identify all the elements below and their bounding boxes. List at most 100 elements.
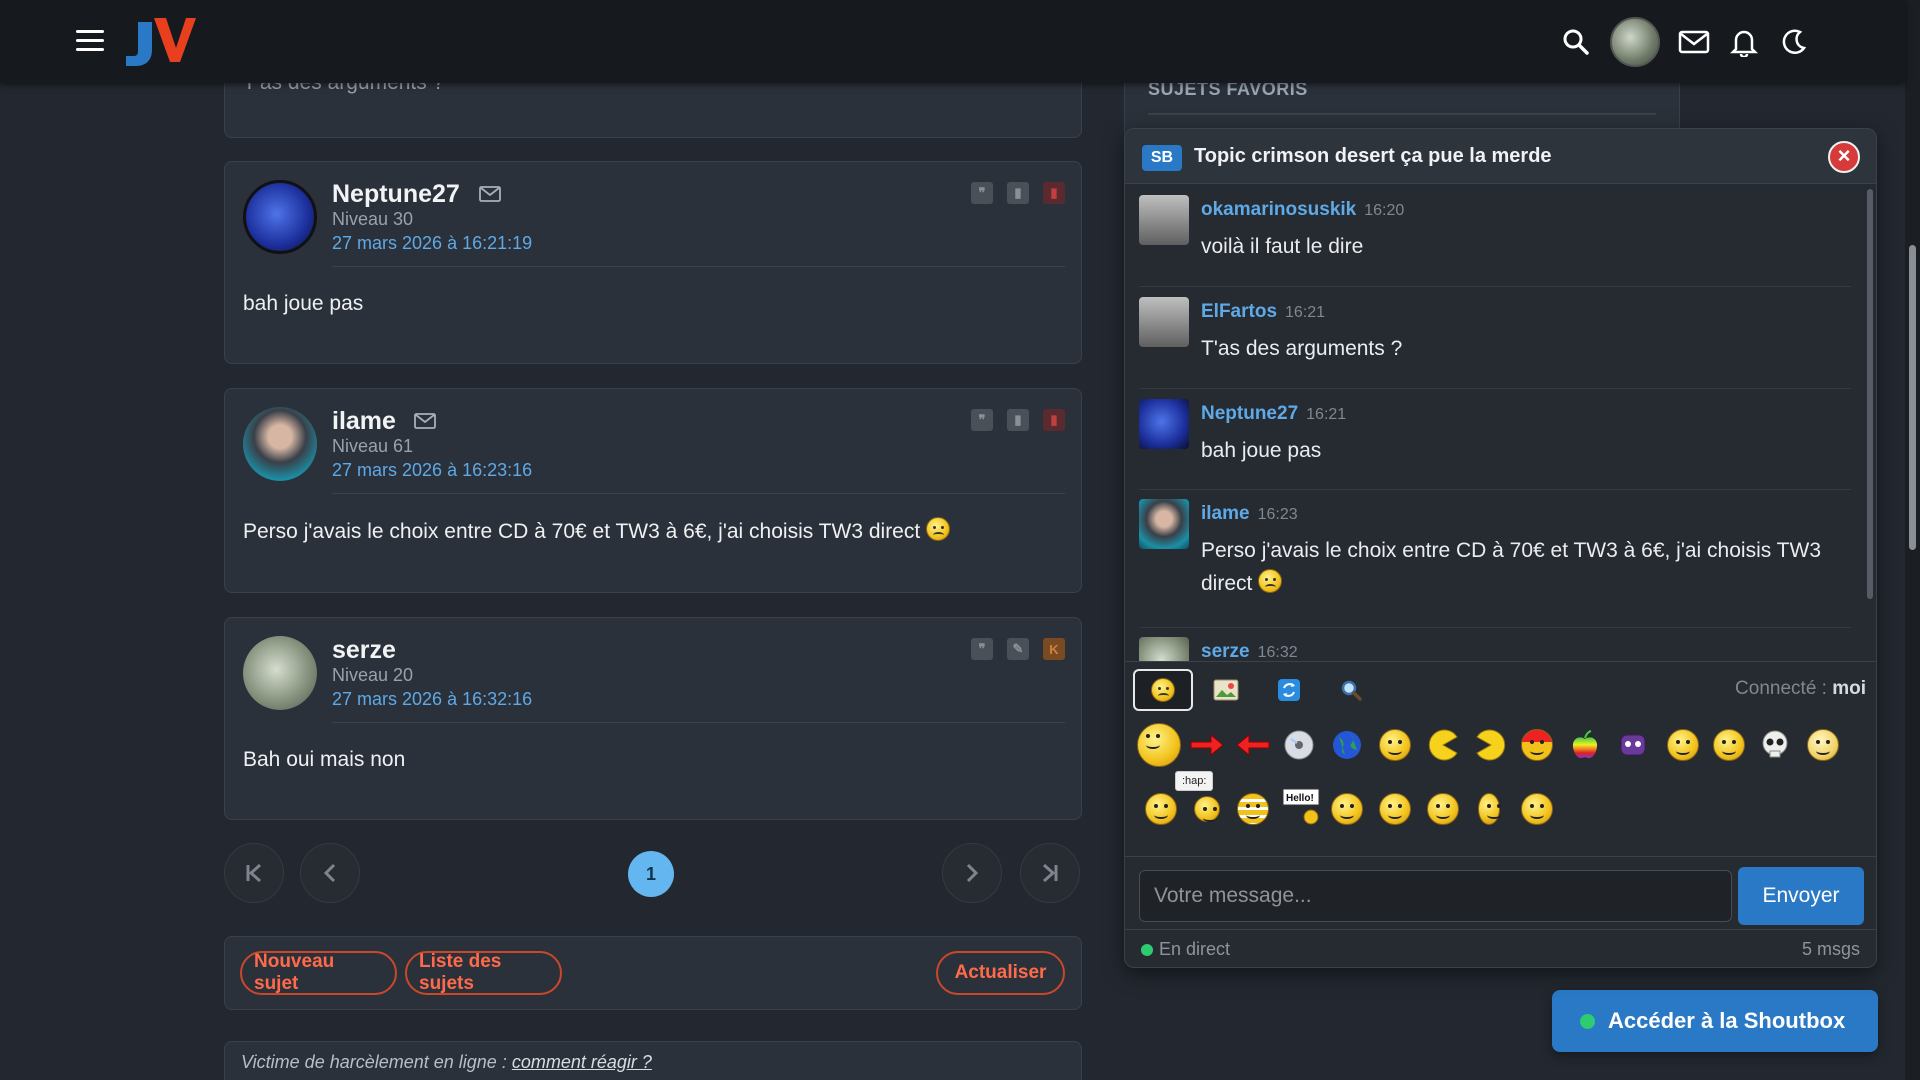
message-text: voilà il faut le dire [1201, 235, 1364, 258]
author-name[interactable]: serze [1201, 641, 1250, 661]
author-name[interactable]: ilame [1201, 503, 1250, 524]
cry-smiley-icon[interactable] [1709, 725, 1749, 765]
disc-smiley-icon[interactable] [1279, 725, 1319, 765]
post-text: Perso j'avais le choix entre CD à 70€ et… [243, 520, 921, 543]
open-shoutbox-button[interactable]: Accéder à la Shoutbox [1552, 990, 1878, 1052]
last-page-button[interactable] [1020, 843, 1080, 903]
cool-smiley-icon[interactable] [1327, 789, 1367, 829]
avatar[interactable] [1139, 637, 1189, 661]
mail-icon[interactable] [1678, 26, 1710, 58]
pacman-smiley-icon[interactable] [1423, 725, 1463, 765]
user-avatar[interactable] [1610, 17, 1660, 67]
bored-smiley-icon[interactable] [1423, 789, 1463, 829]
menu-icon[interactable] [76, 30, 104, 52]
message-author[interactable]: Neptune27 16:21 [1201, 403, 1346, 425]
image-tab-icon[interactable] [1196, 669, 1256, 711]
search-icon[interactable] [1560, 26, 1592, 58]
grin-smiley-icon[interactable] [1663, 725, 1703, 765]
smiley-tab-icon[interactable] [1133, 669, 1193, 711]
next-page-button[interactable] [942, 843, 1002, 903]
post-date[interactable]: 27 mars 2026 à 16:32:16 [332, 689, 532, 710]
send-button[interactable]: Envoyer [1738, 867, 1864, 925]
messages-scrollbar[interactable] [1867, 189, 1873, 599]
author-name[interactable]: Neptune27 [1201, 403, 1298, 424]
skull-smiley-icon[interactable] [1755, 725, 1795, 765]
post-content: Bah oui mais non [243, 748, 406, 771]
jv-logo[interactable] [124, 14, 196, 68]
hello-smiley-icon[interactable]: Hello! [1279, 785, 1323, 829]
current-page[interactable]: 1 [628, 851, 674, 897]
mp-icon[interactable]: ▮ [1007, 182, 1029, 204]
list-item: okamarinosuskik 16:20 voilà il faut le di… [1139, 185, 1851, 287]
post-date[interactable]: 27 mars 2026 à 16:21:19 [332, 233, 532, 254]
message-author[interactable]: ilame 16:23 [1201, 503, 1298, 525]
refresh-tab-icon[interactable] [1259, 669, 1319, 711]
post-author[interactable]: Neptune27 [332, 180, 460, 209]
mummy-smiley-icon[interactable] [1233, 789, 1273, 829]
mail-icon[interactable] [414, 413, 436, 429]
scrollbar-thumb[interactable] [1909, 245, 1916, 550]
post-date[interactable]: 27 mars 2026 à 16:23:16 [332, 460, 532, 481]
kick-icon[interactable]: K [1043, 638, 1065, 660]
harassment-link[interactable]: comment réagir ? [512, 1052, 652, 1072]
wink-smiley-icon[interactable] [1375, 725, 1415, 765]
arrow-right-smiley-icon[interactable] [1187, 725, 1227, 765]
topic-list-button[interactable]: Liste des sujets [405, 951, 562, 995]
bell-icon[interactable] [1728, 26, 1760, 58]
rage-smiley-icon[interactable] [1803, 725, 1843, 765]
sleep-smiley-icon[interactable] [1187, 789, 1227, 829]
hap-smiley-icon[interactable] [1133, 719, 1185, 771]
santa-smiley-icon[interactable] [1517, 725, 1557, 765]
search-icon[interactable] [1321, 669, 1381, 711]
refresh-button[interactable]: Actualiser [936, 951, 1065, 995]
message-input[interactable] [1139, 870, 1732, 922]
moon-icon[interactable] [1778, 26, 1810, 58]
post-author[interactable]: ilame [332, 407, 396, 436]
avatar[interactable] [1139, 399, 1189, 449]
avatar[interactable] [243, 407, 317, 481]
shock-smiley-icon[interactable] [1469, 789, 1509, 829]
message-author[interactable]: okamarinosuskik 16:20 [1201, 199, 1404, 221]
invader-smiley-icon[interactable] [1613, 725, 1653, 765]
avatar[interactable] [1139, 195, 1189, 245]
list-item: ilame 16:23 Perso j'avais le choix entre … [1139, 489, 1851, 628]
sad-smiley-icon[interactable] [1141, 789, 1181, 829]
report-icon[interactable]: ▮ [1043, 182, 1065, 204]
page-scrollbar[interactable] [1905, 0, 1920, 1080]
mail-icon[interactable] [479, 186, 501, 202]
report-icon[interactable]: ▮ [1043, 409, 1065, 431]
mp-icon[interactable]: ▮ [1007, 409, 1029, 431]
live-indicator [1580, 1014, 1595, 1029]
list-item: Neptune27 16:21 bah joue pas [1139, 389, 1851, 490]
list-item: ElFartos 16:21 T'as des arguments ? [1139, 287, 1851, 389]
new-topic-button[interactable]: Nouveau sujet [240, 951, 397, 995]
author-name[interactable]: ElFartos [1201, 301, 1277, 322]
globe-smiley-icon[interactable] [1327, 725, 1367, 765]
edit-icon[interactable]: ✎ [1007, 638, 1029, 660]
post-author[interactable]: serze [332, 636, 396, 665]
arrow-left-smiley-icon[interactable] [1233, 725, 1273, 765]
topic-actions-bar: Nouveau sujet Liste des sujets Actualise… [224, 936, 1082, 1010]
quote-icon[interactable]: ❞ [971, 638, 993, 660]
prev-page-button[interactable] [300, 843, 360, 903]
avatar[interactable] [243, 636, 317, 710]
harassment-text: Victime de harcèlement en ligne : [241, 1052, 512, 1072]
author-name[interactable]: okamarinosuskik [1201, 199, 1356, 220]
quote-icon[interactable]: ❞ [971, 409, 993, 431]
message-author[interactable]: serze 16:32 [1201, 641, 1298, 661]
hmm-smiley-icon[interactable] [1375, 789, 1415, 829]
message-time: 16:21 [1306, 406, 1347, 423]
smiley-face [1237, 793, 1269, 825]
message-body: Perso j'avais le choix entre CD à 70€ et… [1201, 539, 1822, 595]
avatar[interactable] [1139, 499, 1189, 549]
first-page-button[interactable] [224, 843, 284, 903]
post-card: Neptune27 Niveau 30 27 mars 2026 à 16:21… [224, 161, 1082, 364]
quote-icon[interactable]: ❞ [971, 182, 993, 204]
avatar[interactable] [1139, 297, 1189, 347]
apple-smiley-icon[interactable] [1565, 725, 1605, 765]
pacman-right-smiley-icon[interactable] [1471, 725, 1511, 765]
message-author[interactable]: ElFartos 16:21 [1201, 301, 1325, 323]
smile-smiley-icon[interactable] [1517, 789, 1557, 829]
close-icon[interactable]: × [1828, 141, 1860, 173]
avatar[interactable] [243, 180, 317, 254]
